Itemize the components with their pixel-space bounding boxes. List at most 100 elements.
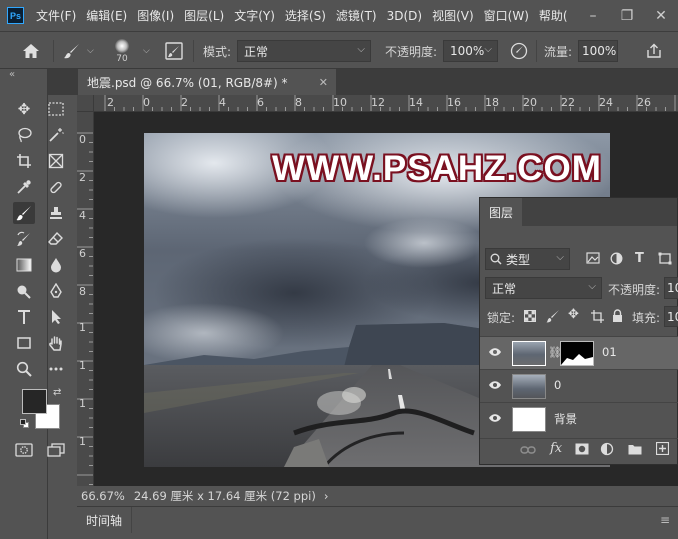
pressure-opacity-button[interactable]: [510, 32, 528, 70]
menu-layer[interactable]: 图层(L): [184, 7, 224, 24]
add-mask-icon[interactable]: [575, 443, 589, 458]
menu-file[interactable]: 文件(F): [36, 7, 76, 24]
more-tools-icon[interactable]: [45, 358, 67, 380]
crop-tool-icon[interactable]: [13, 150, 35, 172]
layer-filter-dropdown[interactable]: 类型 ⌵: [485, 248, 570, 270]
pen-tool-icon[interactable]: [45, 280, 67, 302]
menu-select[interactable]: 选择(S): [285, 7, 326, 24]
ruler-label: 10: [333, 96, 347, 109]
new-layer-icon[interactable]: [655, 441, 670, 458]
filter-shape-icon[interactable]: [658, 252, 672, 269]
screen-mode-icon[interactable]: [45, 439, 67, 461]
menu-view[interactable]: 视图(V): [432, 7, 474, 24]
layer-row[interactable]: ⛓ 01: [480, 336, 678, 369]
close-icon[interactable]: ✕: [319, 76, 328, 89]
layer-fill-field[interactable]: 10: [664, 306, 678, 327]
ruler-label: 2: [181, 96, 188, 109]
minimize-button[interactable]: –: [576, 8, 610, 24]
menu-filter[interactable]: 滤镜(T): [336, 7, 377, 24]
ruler-label: 14: [409, 96, 423, 109]
eye-icon[interactable]: [488, 346, 502, 360]
path-selection-icon[interactable]: [45, 306, 67, 328]
close-window-button[interactable]: ✕: [644, 8, 678, 24]
collapse-toolbar-icon[interactable]: «: [9, 69, 15, 80]
filter-adjustment-icon[interactable]: [610, 252, 623, 269]
flow-label: 流量:: [544, 44, 573, 59]
gradient-tool-icon[interactable]: [13, 254, 35, 276]
tab-layers[interactable]: 图层: [480, 198, 523, 226]
blur-tool-icon[interactable]: [45, 254, 67, 276]
swap-colors-icon[interactable]: ⇄: [53, 387, 61, 398]
eraser-tool-icon[interactable]: [45, 228, 67, 250]
mode-dropdown[interactable]: 正常 ⌵: [237, 40, 371, 62]
lock-position-icon[interactable]: ✥: [568, 307, 579, 322]
stamp-tool-icon[interactable]: [45, 202, 67, 224]
dodge-tool-icon[interactable]: [13, 280, 35, 302]
panel-menu-icon[interactable]: ≡: [660, 513, 670, 527]
filter-type-icon[interactable]: T: [635, 251, 644, 266]
foreground-color-swatch[interactable]: [22, 389, 47, 414]
hand-tool-icon[interactable]: [45, 332, 67, 354]
lock-all-icon[interactable]: [612, 309, 623, 325]
layer-blend-mode-dropdown[interactable]: 正常 ⌵: [485, 277, 602, 299]
horizontal-ruler[interactable]: 2 0 2 4 6 8 10 12 14 16 18 20 22 24 26: [77, 95, 678, 112]
layer-opacity-field[interactable]: 10: [664, 277, 678, 299]
adjustment-layer-icon[interactable]: [600, 442, 614, 459]
share-button[interactable]: [646, 32, 662, 70]
flow-field[interactable]: 100%: [578, 40, 618, 62]
lock-transparent-icon[interactable]: [524, 310, 536, 325]
marquee-tool-icon[interactable]: [45, 98, 67, 120]
magic-wand-icon[interactable]: [45, 124, 67, 146]
move-tool-icon[interactable]: ✥: [13, 98, 35, 120]
status-menu-arrow[interactable]: ›: [324, 489, 329, 503]
folder-icon[interactable]: [628, 443, 642, 458]
quick-mask-icon[interactable]: [13, 439, 35, 461]
type-tool-icon[interactable]: [13, 306, 35, 328]
lasso-tool-icon[interactable]: [13, 124, 35, 146]
tab-timeline[interactable]: 时间轴: [77, 507, 133, 533]
layer-row[interactable]: 背景: [480, 402, 678, 435]
default-colors-icon[interactable]: [20, 419, 29, 428]
menu-type[interactable]: 文字(Y): [234, 7, 275, 24]
filter-pixel-icon[interactable]: [586, 252, 600, 268]
ruler-label: 12: [371, 96, 385, 109]
history-brush-icon[interactable]: [13, 228, 35, 250]
eye-icon[interactable]: [488, 412, 502, 426]
lock-pixels-icon[interactable]: [546, 309, 560, 326]
rectangle-tool-icon[interactable]: [13, 332, 35, 354]
home-button[interactable]: [22, 32, 40, 70]
frame-tool-icon[interactable]: [45, 150, 67, 172]
tool-preset-picker[interactable]: ⌵: [63, 32, 94, 70]
chevron-down-icon[interactable]: ⌵: [143, 46, 150, 56]
menu-edit[interactable]: 编辑(E): [86, 7, 127, 24]
search-icon: [490, 253, 502, 265]
eye-icon[interactable]: [488, 379, 502, 393]
brush-tool-icon[interactable]: [13, 202, 35, 224]
menu-window[interactable]: 窗口(W): [484, 7, 529, 24]
menu-image[interactable]: 图像(I): [137, 7, 174, 24]
brush-settings-button[interactable]: [165, 32, 183, 70]
layer-row[interactable]: 0: [480, 369, 678, 402]
ruler-label: 6: [79, 247, 86, 260]
ruler-label: 2: [79, 171, 86, 184]
menu-3d[interactable]: 3D(D): [387, 9, 422, 23]
zoom-level[interactable]: 66.67%: [81, 489, 125, 503]
chevron-down-icon: ⌵: [556, 252, 564, 263]
lock-artboard-icon[interactable]: [591, 310, 604, 326]
fx-icon[interactable]: fx: [550, 441, 562, 456]
link-layers-icon[interactable]: [520, 444, 536, 458]
brush-size-picker[interactable]: 70: [115, 32, 129, 70]
restore-button[interactable]: ❐: [610, 8, 644, 24]
document-tab[interactable]: 地震.psd @ 66.7% (01, RGB/8#) * ✕: [78, 69, 336, 95]
brush-tip-preview: [115, 38, 129, 53]
zoom-tool-icon[interactable]: [13, 358, 35, 380]
ruler-origin[interactable]: [77, 95, 94, 112]
vertical-ruler[interactable]: 0 2 4 6 8 1 1 1 1: [77, 112, 94, 486]
window-controls: – ❐ ✕: [576, 0, 678, 31]
layer-blend-mode-value: 正常: [492, 281, 517, 296]
healing-brush-icon[interactable]: [45, 176, 67, 198]
brush-size-value: 70: [116, 53, 128, 64]
opacity-field[interactable]: 100% ⌵: [443, 40, 498, 62]
eyedropper-icon[interactable]: [13, 176, 35, 198]
menu-help[interactable]: 帮助(: [539, 7, 568, 24]
